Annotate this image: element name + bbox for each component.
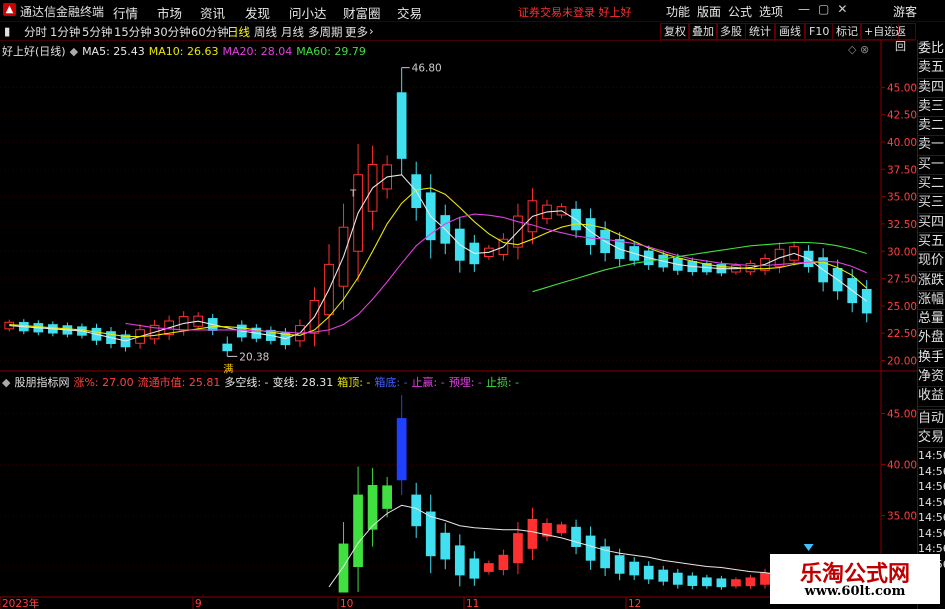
main-y-label: 20.00 xyxy=(887,356,917,368)
ind-bar xyxy=(484,563,494,572)
ind-bar xyxy=(629,561,640,576)
quote-field-15: 外盘 xyxy=(918,329,945,349)
quote-field-5: 卖一 xyxy=(918,136,945,156)
ind-bar xyxy=(469,558,480,579)
ind-bar xyxy=(425,511,436,557)
main-y-label: 27.50 xyxy=(887,274,917,286)
trade-time-2: 14:56 xyxy=(918,480,945,494)
quote-field-7: 买二 xyxy=(918,175,945,195)
ind-bar xyxy=(396,418,407,481)
timeline: 2023年 9 10 11 12 xyxy=(0,597,641,609)
ind-bar xyxy=(760,572,770,585)
quote-field-16: 换手 xyxy=(918,349,945,369)
ma-line-ma10 xyxy=(9,187,868,338)
ind-bar xyxy=(672,572,683,585)
candle-body xyxy=(222,343,233,352)
timeline-label: 2023年 xyxy=(2,597,39,609)
timeline-label: 11 xyxy=(466,598,479,609)
quote-field-9: 买四 xyxy=(918,214,945,233)
quote-field-17: 净资 xyxy=(918,368,945,388)
timeline-label: 12 xyxy=(628,598,641,609)
quote-field-2: 卖四 xyxy=(918,79,945,98)
quote-field-14: 总量 xyxy=(918,310,945,330)
ind-bar xyxy=(498,554,509,571)
quote-field-8: 买三 xyxy=(918,194,945,214)
quote-field-3: 卖三 xyxy=(918,98,945,118)
trade-time-5: 14:56 xyxy=(918,526,945,540)
ind-bar xyxy=(745,577,756,587)
t-marker: T xyxy=(349,189,357,200)
ind-bar xyxy=(440,532,451,560)
trade-time-0: 14:56 xyxy=(918,449,945,463)
timeline-label: 9 xyxy=(195,598,202,609)
ind-bar xyxy=(556,524,567,534)
ind-bar xyxy=(353,494,363,568)
main-y-label: 22.50 xyxy=(887,328,917,340)
ind-bar xyxy=(658,569,669,582)
candle-body xyxy=(861,288,872,314)
ind-bar xyxy=(571,526,581,548)
quote-field-13: 涨幅 xyxy=(918,291,945,311)
ind-bar xyxy=(614,555,625,574)
ind-bar xyxy=(454,545,465,576)
trade-time-1: 14:56 xyxy=(918,464,945,478)
candle-body xyxy=(396,92,407,159)
watermark-url: www.60lt.com xyxy=(804,584,906,599)
price-axis: 45.00 42.50 40.00 37.50 35.00 32.50 30.00 27.50… xyxy=(881,82,917,574)
main-y-label: 45.00 xyxy=(887,82,917,94)
quote-field-18: 收益 xyxy=(918,387,945,407)
quote-field-20: 交易 xyxy=(918,429,945,449)
ind-bar xyxy=(687,575,698,586)
chart-canvas[interactable]: 46.80 20.38 满 T 45.00 42.50 40.00 37.50 35.00 32… xyxy=(0,0,917,609)
quote-field-6: 买一 xyxy=(918,156,945,176)
quote-field-19: 自动 xyxy=(918,408,945,429)
ind-bar xyxy=(643,565,654,580)
quote-field-4: 卖二 xyxy=(918,117,945,137)
ind-bar xyxy=(338,543,349,593)
low-marker-char: 满 xyxy=(223,363,233,375)
main-y-label: 25.00 xyxy=(887,301,917,313)
high-label: 46.80 xyxy=(412,63,442,75)
ind-bar xyxy=(382,485,392,509)
main-y-label: 30.00 xyxy=(887,246,917,258)
ind-bar xyxy=(513,533,523,564)
ind-bar xyxy=(731,579,741,587)
timeline-label: 10 xyxy=(340,598,353,609)
ma-line-ma20 xyxy=(125,213,867,334)
quote-field-0: 委比 xyxy=(918,40,945,60)
ind-bar xyxy=(716,578,727,588)
down-arrow-marker xyxy=(803,544,814,551)
main-y-label: 32.50 xyxy=(887,219,917,231)
main-y-label: 40.00 xyxy=(887,137,917,149)
low-label: 20.38 xyxy=(239,351,269,363)
ind-bar xyxy=(527,518,538,549)
ind-y-label: 35.00 xyxy=(887,511,917,523)
main-y-label: 42.50 xyxy=(887,110,917,122)
trade-time-3: 14:56 xyxy=(918,495,945,509)
main-y-label: 35.00 xyxy=(887,192,917,204)
quote-field-12: 涨跌 xyxy=(918,272,945,291)
ma-line-ma5 xyxy=(9,174,868,342)
ind-y-label: 45.00 xyxy=(887,409,917,421)
quote-field-1: 卖五 xyxy=(918,59,945,79)
quote-field-11: 现价 xyxy=(918,252,945,272)
main-y-label: 37.50 xyxy=(887,164,917,176)
main-chart[interactable]: 46.80 20.38 满 T xyxy=(4,63,872,376)
quote-field-10: 买五 xyxy=(918,233,945,253)
quote-side-panel: 委比 卖五 卖四 卖三 卖二 卖一 买一 买二 买三 买四 买五 现价 涨跌 涨幅 总量 外盘 换手 净资 收益 自动… xyxy=(917,40,945,609)
ind-bar xyxy=(702,577,712,587)
trade-time-4: 14:56 xyxy=(918,511,945,525)
watermark-logo: 乐淘公式网 www.60lt.com xyxy=(770,554,940,604)
ind-bar xyxy=(585,535,596,561)
ind-y-label: 40.00 xyxy=(887,460,917,472)
